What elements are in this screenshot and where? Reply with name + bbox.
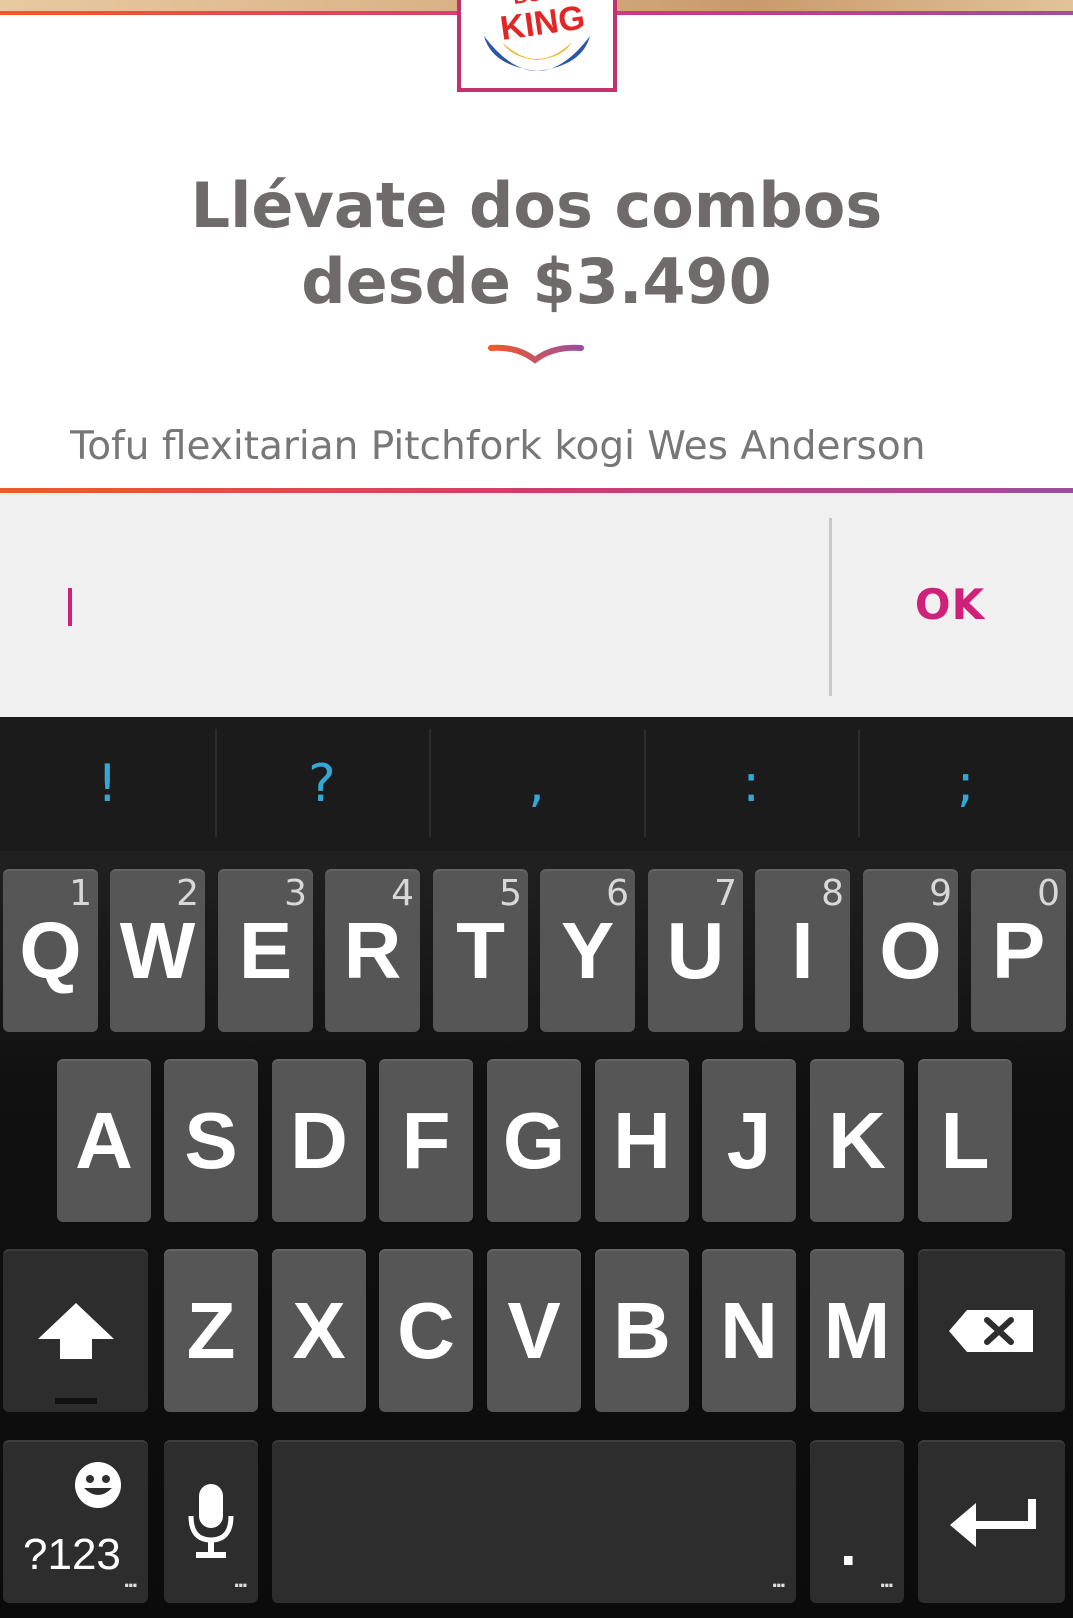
key-f[interactable]: F bbox=[379, 1059, 473, 1222]
microphone-icon bbox=[188, 1483, 234, 1558]
key-s[interactable]: S bbox=[164, 1059, 258, 1222]
key-d[interactable]: D bbox=[272, 1059, 366, 1222]
key-label: O bbox=[879, 905, 942, 995]
smile-divider-icon bbox=[488, 344, 584, 364]
key-a[interactable]: A bbox=[57, 1059, 151, 1222]
shift-arrow-icon bbox=[37, 1302, 114, 1359]
promo-headline: Llévate dos combos desde $3.490 bbox=[0, 168, 1073, 320]
key-label: W bbox=[119, 905, 196, 995]
key-label: L bbox=[940, 1095, 990, 1185]
key-number: 5 bbox=[499, 873, 522, 914]
key-z[interactable]: Z bbox=[164, 1249, 258, 1412]
key-i[interactable]: I8 bbox=[755, 869, 850, 1032]
key-voice[interactable]: ... bbox=[164, 1440, 258, 1603]
key-c[interactable]: C bbox=[379, 1249, 473, 1412]
key-label: G bbox=[502, 1095, 566, 1185]
key-e[interactable]: E3 bbox=[218, 869, 313, 1032]
key-enter[interactable] bbox=[918, 1440, 1065, 1603]
key-label: E bbox=[238, 905, 293, 995]
key-label: U bbox=[666, 905, 725, 995]
burger-king-logo-icon: BURGER KING bbox=[479, 0, 601, 76]
more-dots: ... bbox=[123, 1567, 138, 1592]
suggestion-bar: ! ? , : ; bbox=[0, 717, 1073, 851]
key-j[interactable]: J bbox=[702, 1059, 796, 1222]
key-b[interactable]: B bbox=[595, 1249, 689, 1412]
soft-keyboard: ! ? , : ; Q1 W2 E3 R4 T5 Y6 U7 I8 O9 P0 … bbox=[0, 717, 1073, 1618]
more-dots: ... bbox=[879, 1567, 894, 1592]
key-m[interactable]: M bbox=[810, 1249, 904, 1412]
key-label: D bbox=[290, 1095, 348, 1185]
key-l[interactable]: L bbox=[918, 1059, 1012, 1222]
more-dots: ... bbox=[233, 1567, 248, 1592]
key-label: M bbox=[823, 1285, 891, 1375]
key-p[interactable]: P0 bbox=[971, 869, 1066, 1032]
key-label: Z bbox=[186, 1285, 236, 1375]
key-label: N bbox=[720, 1285, 778, 1375]
shift-indicator bbox=[55, 1398, 97, 1404]
key-k[interactable]: K bbox=[810, 1059, 904, 1222]
headline-line-2: desde $3.490 bbox=[301, 245, 772, 318]
key-label: B bbox=[613, 1285, 671, 1375]
key-v[interactable]: V bbox=[487, 1249, 581, 1412]
ok-button[interactable]: OK bbox=[880, 575, 1020, 635]
key-label: K bbox=[828, 1095, 886, 1185]
period-label: . bbox=[840, 1511, 857, 1578]
headline-line-1: Llévate dos combos bbox=[190, 169, 883, 242]
key-space[interactable]: ... bbox=[272, 1440, 796, 1603]
symbols-label: ?123 bbox=[23, 1530, 121, 1579]
key-h[interactable]: H bbox=[595, 1059, 689, 1222]
key-number: 6 bbox=[606, 873, 629, 914]
key-w[interactable]: W2 bbox=[110, 869, 205, 1032]
backspace-icon bbox=[948, 1309, 1033, 1352]
key-label: P bbox=[991, 905, 1046, 995]
more-dots: ... bbox=[771, 1567, 786, 1592]
key-g[interactable]: G bbox=[487, 1059, 581, 1222]
key-label: I bbox=[791, 905, 814, 995]
key-label: C bbox=[397, 1285, 455, 1375]
key-x[interactable]: X bbox=[272, 1249, 366, 1412]
key-number: 0 bbox=[1037, 873, 1060, 914]
key-number: 9 bbox=[929, 873, 952, 914]
key-n[interactable]: N bbox=[702, 1249, 796, 1412]
key-label: J bbox=[726, 1095, 772, 1185]
brand-logo: BURGER KING bbox=[457, 0, 617, 92]
key-label: A bbox=[75, 1095, 133, 1185]
key-label: F bbox=[401, 1095, 451, 1185]
key-symbols[interactable]: ?123 ... bbox=[3, 1440, 148, 1603]
key-period[interactable]: . ... bbox=[810, 1440, 904, 1603]
key-label: H bbox=[613, 1095, 671, 1185]
text-input[interactable] bbox=[0, 493, 830, 717]
key-number: 3 bbox=[284, 873, 307, 914]
suggestion-comma[interactable]: , bbox=[429, 717, 644, 851]
key-label: V bbox=[507, 1285, 561, 1375]
key-o[interactable]: O9 bbox=[863, 869, 958, 1032]
key-number: 2 bbox=[176, 873, 199, 914]
key-u[interactable]: U7 bbox=[648, 869, 743, 1032]
key-label: T bbox=[456, 905, 505, 995]
suggestion-semicolon[interactable]: ; bbox=[858, 717, 1073, 851]
suggestion-colon[interactable]: : bbox=[643, 717, 859, 851]
key-t[interactable]: T5 bbox=[433, 869, 528, 1032]
suggestion-exclamation[interactable]: ! bbox=[0, 717, 215, 851]
key-r[interactable]: R4 bbox=[325, 869, 420, 1032]
key-backspace[interactable] bbox=[918, 1249, 1065, 1412]
promo-description: Tofu flexitarian Pitchfork kogi Wes Ande… bbox=[70, 424, 926, 469]
key-label: S bbox=[184, 1095, 238, 1185]
key-y[interactable]: Y6 bbox=[540, 869, 635, 1032]
key-number: 7 bbox=[714, 873, 737, 914]
key-label: R bbox=[343, 905, 402, 995]
input-divider bbox=[829, 518, 832, 696]
key-label: Q bbox=[19, 905, 82, 995]
key-shift[interactable] bbox=[3, 1249, 148, 1412]
key-number: 1 bbox=[69, 873, 92, 914]
key-number: 4 bbox=[391, 873, 414, 914]
smiley-icon bbox=[75, 1462, 121, 1508]
key-label: Y bbox=[560, 905, 615, 995]
key-number: 8 bbox=[821, 873, 844, 914]
key-label: X bbox=[292, 1285, 346, 1375]
key-q[interactable]: Q1 bbox=[3, 869, 98, 1032]
suggestion-question[interactable]: ? bbox=[214, 717, 430, 851]
text-cursor bbox=[68, 588, 72, 626]
enter-arrow-icon bbox=[949, 1498, 1036, 1547]
